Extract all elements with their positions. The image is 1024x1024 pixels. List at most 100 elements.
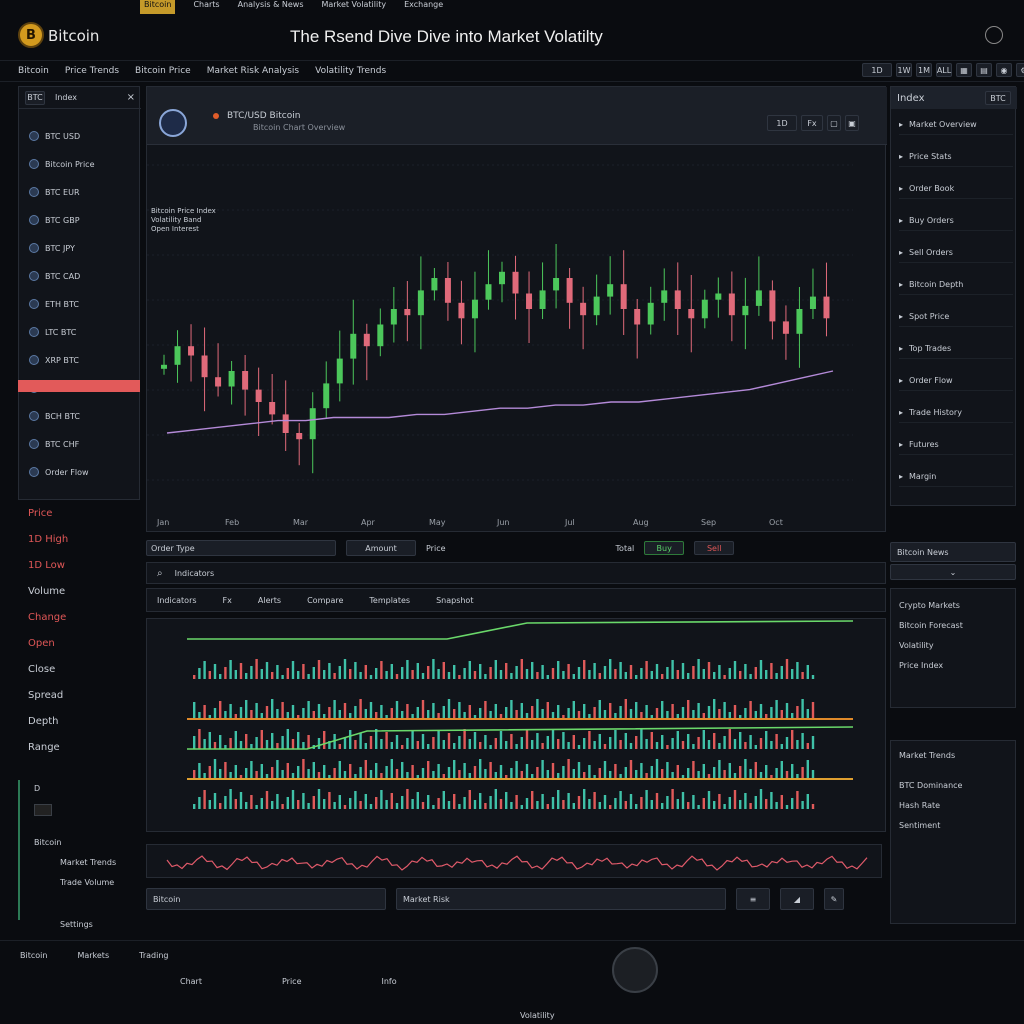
pin-icon[interactable]: ✎ xyxy=(824,888,844,910)
range-1m-button[interactable]: 1M xyxy=(916,63,932,77)
nav-icon-d[interactable]: D xyxy=(34,784,40,793)
tab-charts[interactable]: Charts xyxy=(193,0,219,14)
right-tab-btc[interactable]: BTC xyxy=(985,91,1011,105)
tab-volatility[interactable]: Market Volatility xyxy=(322,0,387,14)
footer-item[interactable]: Markets xyxy=(77,951,109,960)
volume-bar xyxy=(432,659,435,679)
tab-analysis[interactable]: Analysis & News xyxy=(238,0,304,14)
range-1w-button[interactable]: 1W xyxy=(896,63,912,77)
range-all-button[interactable]: ALL xyxy=(936,63,952,77)
volume-bar xyxy=(468,705,471,719)
right-item[interactable]: ▸ Sell Orders xyxy=(899,243,1013,263)
bottom-left-field[interactable]: Bitcoin xyxy=(146,888,386,910)
right-item[interactable]: ▸ Spot Price xyxy=(899,307,1013,327)
footer-item[interactable]: Trading xyxy=(139,951,168,960)
sidebar-item[interactable]: BTC CHF xyxy=(29,435,139,453)
nav-item-bitcoin[interactable]: Bitcoin xyxy=(34,838,61,847)
tab-bitcoin[interactable]: Bitcoin xyxy=(140,0,176,14)
toolbar-item[interactable]: Compare xyxy=(307,596,343,605)
right-item[interactable]: ▸ Trade History xyxy=(899,403,1013,423)
news-header[interactable]: Bitcoin News xyxy=(890,542,1016,562)
toolbar-item[interactable]: Alerts xyxy=(258,596,281,605)
sidebar-item[interactable]: BTC EUR xyxy=(29,183,139,201)
sidebar-item[interactable]: Bitcoin Price xyxy=(29,155,139,173)
globe-icon[interactable] xyxy=(985,26,1003,44)
menu-item[interactable]: Market Risk Analysis xyxy=(207,66,299,76)
right-item[interactable]: ▸ Top Trades xyxy=(899,339,1013,359)
news-item[interactable]: Bitcoin Forecast xyxy=(899,621,963,630)
grid-icon[interactable]: ▦ xyxy=(956,63,972,77)
trend-item[interactable]: Hash Rate xyxy=(899,801,940,810)
nav-item-market-trends[interactable]: Market Trends xyxy=(60,858,116,867)
order-type-select[interactable]: Order Type xyxy=(146,540,336,556)
sell-button[interactable]: Sell xyxy=(694,541,735,555)
volume-chart[interactable] xyxy=(147,619,854,833)
menu-item[interactable]: Volatility Trends xyxy=(315,66,386,76)
news-filter[interactable]: ⌄ xyxy=(890,564,1016,580)
toolbar-item[interactable]: Indicators xyxy=(157,596,197,605)
buy-button[interactable]: Buy xyxy=(644,541,685,555)
candlestick-chart[interactable]: Bitcoin Price Index Volatility Band Open… xyxy=(147,145,853,515)
nav-item-settings[interactable]: Settings xyxy=(60,920,93,929)
interval-button[interactable]: 1D xyxy=(767,115,797,131)
news-item[interactable]: Price Index xyxy=(899,661,943,670)
sidebar-tab-index[interactable]: Index xyxy=(55,93,77,102)
fx-button[interactable]: Fx xyxy=(801,115,823,131)
sidebar-item[interactable]: Order Flow xyxy=(29,463,139,481)
chart-icon[interactable]: ▤ xyxy=(976,63,992,77)
time-tick-label: Feb xyxy=(225,518,240,527)
menu-item[interactable]: Bitcoin xyxy=(18,66,49,76)
volume-bar xyxy=(614,764,617,779)
expand-icon[interactable]: ▢ xyxy=(827,115,841,131)
right-item[interactable]: ▸ Margin xyxy=(899,467,1013,487)
toolbar-item[interactable]: Templates xyxy=(369,596,410,605)
menu-item[interactable]: Bitcoin Price xyxy=(135,66,191,76)
sidebar-item[interactable]: XRP BTC xyxy=(29,351,139,369)
right-item[interactable]: ▸ Order Flow xyxy=(899,371,1013,391)
news-item[interactable]: Crypto Markets xyxy=(899,601,960,610)
search-icon[interactable]: ⌕ xyxy=(157,568,163,579)
news-item[interactable]: Volatility xyxy=(899,641,934,650)
pair-name[interactable]: BTC/USD Bitcoin xyxy=(227,111,300,121)
footer-item[interactable]: Price xyxy=(282,977,302,986)
right-item[interactable]: ▸ Futures xyxy=(899,435,1013,455)
dash-icon[interactable]: ≡ xyxy=(736,888,770,910)
volume-bar xyxy=(603,761,607,779)
maximize-icon[interactable]: ▣ xyxy=(845,115,859,131)
right-item[interactable]: ▸ Price Stats xyxy=(899,147,1013,167)
trend-item[interactable]: Sentiment xyxy=(899,821,940,830)
footer-item[interactable]: Bitcoin xyxy=(20,951,47,960)
right-item[interactable]: ▸ Market Overview xyxy=(899,115,1013,135)
right-item[interactable]: ▸ Bitcoin Depth xyxy=(899,275,1013,295)
chart-mini-icon[interactable]: ◢ xyxy=(780,888,814,910)
footer-item[interactable]: Info xyxy=(382,977,397,986)
sidebar-item[interactable]: LTC BTC xyxy=(29,323,139,341)
toolbar-item[interactable]: Fx xyxy=(223,596,232,605)
trend-item[interactable]: BTC Dominance xyxy=(899,781,962,790)
sidebar-item[interactable]: BTC CAD xyxy=(29,267,139,285)
sidebar-item[interactable]: BTC USD xyxy=(29,127,139,145)
range-1d-button[interactable]: 1D xyxy=(862,63,892,77)
sidebar-item[interactable]: BCH BTC xyxy=(29,407,139,425)
right-item[interactable]: ▸ Buy Orders xyxy=(899,211,1013,231)
sidebar-item[interactable]: BTC JPY xyxy=(29,239,139,257)
nav-menu-icon[interactable] xyxy=(34,804,52,816)
nav-item-trade-volume[interactable]: Trade Volume xyxy=(60,878,114,887)
tab-exchange[interactable]: Exchange xyxy=(404,0,443,14)
footer-item[interactable]: Chart xyxy=(180,977,202,986)
toolbar-item[interactable]: Snapshot xyxy=(436,596,473,605)
right-item[interactable]: ▸ Order Book xyxy=(899,179,1013,199)
right-tab-index[interactable]: Index xyxy=(897,93,925,104)
amount-input[interactable]: Amount xyxy=(346,540,416,556)
sidebar-item[interactable]: BTC GBP xyxy=(29,211,139,229)
volume-bar xyxy=(718,709,721,719)
bottom-right-field[interactable]: Market Risk xyxy=(396,888,726,910)
sidebar-item[interactable]: ETH BTC xyxy=(29,295,139,313)
sidebar-tab-btc[interactable]: BTC xyxy=(25,90,45,105)
sidebar-close-icon[interactable]: × xyxy=(127,92,135,103)
volume-bar xyxy=(255,805,258,809)
settings-icon[interactable]: ⚙ xyxy=(1016,63,1024,77)
menu-item[interactable]: Price Trends xyxy=(65,66,119,76)
camera-icon[interactable]: ◉ xyxy=(996,63,1012,77)
volume-bar xyxy=(780,710,783,719)
